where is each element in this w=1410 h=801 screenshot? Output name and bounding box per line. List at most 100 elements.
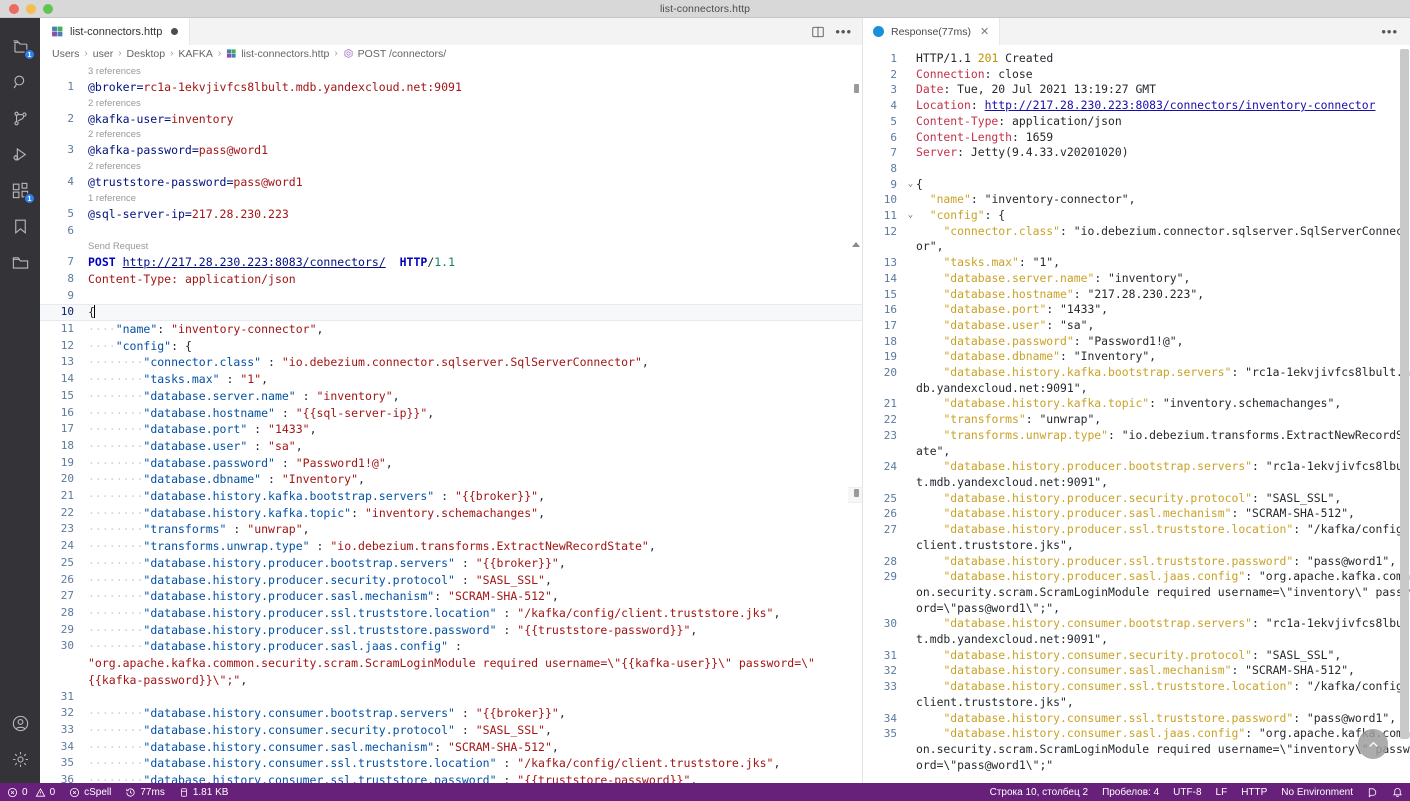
response-line[interactable]: 7 Server: Jetty(9.4.33.v20201020) (863, 145, 1410, 161)
run-and-debug-icon[interactable] (0, 136, 40, 172)
remote-explorer-icon[interactable] (0, 244, 40, 280)
response-line[interactable]: 34 "database.history.consumer.ssl.trusts… (863, 711, 1410, 727)
response-line[interactable]: 1 HTTP/1.1 201 Created (863, 51, 1410, 67)
split-editor-icon[interactable] (811, 25, 825, 39)
response-line[interactable]: 8 (863, 161, 1410, 177)
response-line[interactable]: 32 "database.history.consumer.sasl.mecha… (863, 663, 1410, 679)
close-icon[interactable]: ✕ (980, 25, 989, 38)
response-line[interactable]: 14 "database.server.name": "inventory", (863, 271, 1410, 287)
response-line[interactable]: 33 "database.history.consumer.ssl.trusts… (863, 679, 1410, 710)
status-cspell[interactable]: cSpell (62, 783, 118, 801)
editor-line[interactable]: 19 ········"database.password" : "Passwor… (40, 455, 862, 472)
maximize-window-button[interactable] (43, 3, 53, 14)
editor-line[interactable]: 35 ········"database.history.consumer.ssl… (40, 755, 862, 772)
editor-line[interactable]: 4 @truststore-password=pass@word1 (40, 174, 862, 191)
status-cursor-position[interactable]: Строка 10, столбец 2 (983, 783, 1095, 801)
editor-line[interactable]: 25 ········"database.history.producer.boo… (40, 555, 862, 572)
response-line[interactable]: 6 Content-Length: 1659 (863, 130, 1410, 146)
status-language-mode[interactable]: HTTP (1234, 783, 1274, 801)
response-line[interactable]: 23 "transforms.unwrap.type": "io.debeziu… (863, 428, 1410, 459)
response-line[interactable]: 11 ⌄ "config": { (863, 208, 1410, 224)
response-line[interactable]: 21 "database.history.kafka.topic": "inve… (863, 396, 1410, 412)
tab-dirty-indicator[interactable] (171, 28, 179, 35)
editor-line[interactable]: 26 ········"database.history.producer.sec… (40, 572, 862, 589)
source-control-icon[interactable] (0, 100, 40, 136)
code-lens[interactable]: 2 references (40, 127, 862, 142)
response-line[interactable]: 29 "database.history.producer.sasl.jaas.… (863, 569, 1410, 616)
editor-line[interactable]: 12 ····"config": { (40, 338, 862, 355)
response-line[interactable]: 20 "database.history.kafka.bootstrap.ser… (863, 365, 1410, 396)
editor-line[interactable]: 11 ····"name": "inventory-connector", (40, 321, 862, 338)
response-line[interactable]: 16 "database.port": "1433", (863, 302, 1410, 318)
search-icon[interactable] (0, 64, 40, 100)
tab-response[interactable]: Response(77ms) ✕ (863, 18, 1001, 45)
editor-line[interactable]: 30 ········"database.history.producer.sas… (40, 638, 862, 688)
code-lens[interactable]: 3 references (40, 64, 862, 79)
response-line[interactable]: 19 "database.dbname": "Inventory", (863, 349, 1410, 365)
response-line[interactable]: 9 ⌄{ (863, 177, 1410, 193)
response-line[interactable]: 13 "tasks.max": "1", (863, 255, 1410, 271)
breadcrumb-item-user[interactable]: user (93, 48, 113, 60)
breadcrumb-item-desktop[interactable]: Desktop (127, 48, 166, 60)
fold-chevron-icon[interactable]: ⌄ (905, 208, 916, 224)
response-line[interactable]: 31 "database.history.consumer.security.p… (863, 648, 1410, 664)
extensions-icon[interactable]: 1 (0, 172, 40, 208)
editor-line[interactable]: 21 ········"database.history.kafka.bootst… (40, 488, 862, 505)
editor-line[interactable]: 29 ········"database.history.producer.ssl… (40, 622, 862, 639)
response-line[interactable]: 10 "name": "inventory-connector", (863, 192, 1410, 208)
code-lens[interactable]: Send Request (40, 239, 862, 254)
explorer-icon[interactable]: 1 (0, 28, 40, 64)
status-problems[interactable]: 0 0 (0, 783, 62, 801)
editor-line[interactable]: 13 ········"connector.class" : "io.debezi… (40, 354, 862, 371)
accounts-icon[interactable] (0, 705, 40, 741)
editor-line[interactable]: 24 ········"transforms.unwrap.type" : "io… (40, 538, 862, 555)
status-response-size[interactable]: 1.81 KB (172, 783, 236, 801)
editor-line[interactable]: 10 { (40, 304, 862, 322)
editor-line[interactable]: 23 ········"transforms" : "unwrap", (40, 521, 862, 538)
fold-chevron-icon[interactable]: ⌄ (905, 177, 916, 193)
status-eol[interactable]: LF (1209, 783, 1235, 801)
status-feedback-icon[interactable] (1360, 783, 1385, 801)
bookmarks-icon[interactable] (0, 208, 40, 244)
editor-line[interactable]: 27 ········"database.history.producer.sas… (40, 588, 862, 605)
response-line[interactable]: 4 Location: http://217.28.230.223:8083/co… (863, 98, 1410, 114)
editor-line[interactable]: 6 (40, 223, 862, 240)
response-line[interactable]: 22 "transforms": "unwrap", (863, 412, 1410, 428)
status-request-duration[interactable]: 77ms (118, 783, 171, 801)
status-encoding[interactable]: UTF-8 (1166, 783, 1208, 801)
editor-line[interactable]: 22 ········"database.history.kafka.topic"… (40, 505, 862, 522)
response-line[interactable]: 15 "database.hostname": "217.28.230.223"… (863, 287, 1410, 303)
scroll-to-top-button[interactable] (1358, 729, 1388, 759)
response-more-actions-icon[interactable]: ••• (1381, 25, 1398, 38)
status-notifications-icon[interactable] (1385, 783, 1410, 801)
editor-line[interactable]: 17 ········"database.port" : "1433", (40, 421, 862, 438)
response-line[interactable]: 25 "database.history.producer.security.p… (863, 491, 1410, 507)
response-line[interactable]: 5 Content-Type: application/json (863, 114, 1410, 130)
response-line[interactable]: 28 "database.history.producer.ssl.trusts… (863, 554, 1410, 570)
editor-line[interactable]: 28 ········"database.history.producer.ssl… (40, 605, 862, 622)
editor-line[interactable]: 18 ········"database.user" : "sa", (40, 438, 862, 455)
settings-gear-icon[interactable] (0, 741, 40, 777)
editor-line[interactable]: 3 @kafka-password=pass@word1 (40, 142, 862, 159)
response-line[interactable]: 26 "database.history.producer.sasl.mecha… (863, 506, 1410, 522)
close-window-button[interactable] (9, 3, 19, 14)
response-line[interactable]: 2 Connection: close (863, 67, 1410, 83)
editor-more-actions-icon[interactable]: ••• (835, 25, 852, 38)
editor-line[interactable]: 8 Content-Type: application/json (40, 271, 862, 288)
response-line[interactable]: 24 "database.history.producer.bootstrap.… (863, 459, 1410, 490)
editor-line[interactable]: 36 ········"database.history.consumer.ssl… (40, 772, 862, 783)
editor-line[interactable]: 34 ········"database.history.consumer.sas… (40, 739, 862, 756)
editor-text-area[interactable]: 3 references 1 @broker=rc1a-1ekvjivfcs8lbu… (40, 62, 862, 783)
response-line[interactable]: 18 "database.password": "Password1!@", (863, 334, 1410, 350)
response-line[interactable]: 30 "database.history.consumer.bootstrap.… (863, 616, 1410, 647)
response-line[interactable]: 35 "database.history.consumer.sasl.jaas.… (863, 726, 1410, 773)
response-body-area[interactable]: 1 HTTP/1.1 201 Created 2 Connection: close 3… (863, 45, 1410, 783)
status-indentation[interactable]: Пробелов: 4 (1095, 783, 1166, 801)
editor-line[interactable]: 9 (40, 288, 862, 305)
code-lens[interactable]: 2 references (40, 159, 862, 174)
editor-line[interactable]: 16 ········"database.hostname" : "{{sql-s… (40, 405, 862, 422)
minimize-window-button[interactable] (26, 3, 36, 14)
code-lens[interactable]: 1 reference (40, 191, 862, 206)
breadcrumb-item-file[interactable]: list-connectors.http (226, 48, 329, 60)
editor-line[interactable]: 1 @broker=rc1a-1ekvjivfcs8lbult.mdb.yande… (40, 79, 862, 96)
